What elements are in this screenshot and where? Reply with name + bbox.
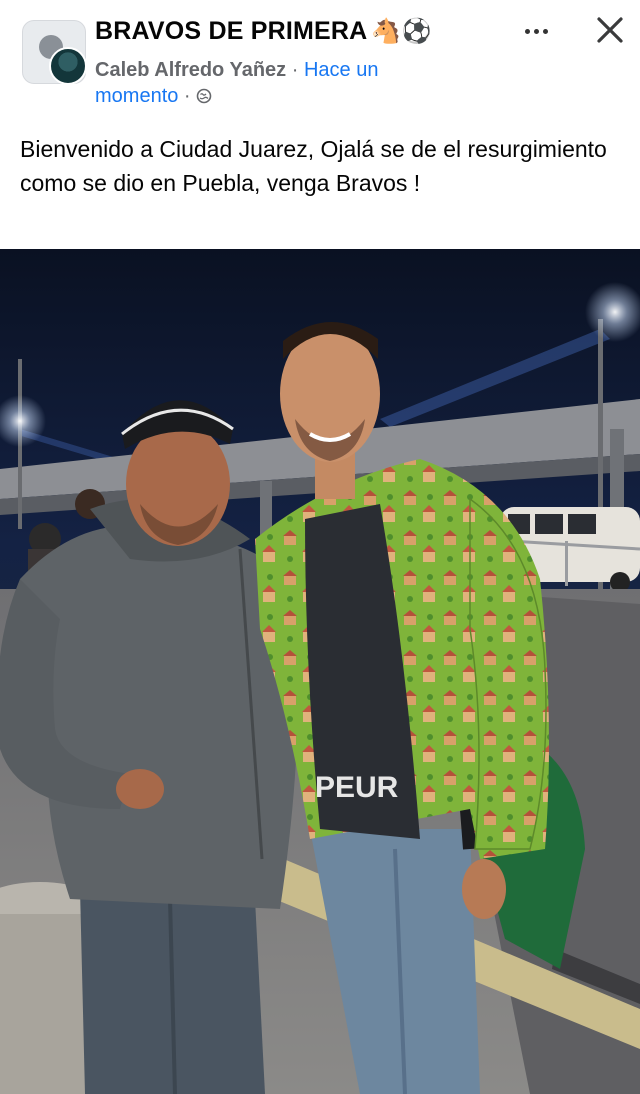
author-name-link[interactable]: Caleb Alfredo Yañez [95,59,286,81]
shirt-print-text: PEUR [315,771,399,804]
more-options-button[interactable] [516,16,556,46]
group-name-text: BRAVOS DE PRIMERA [95,17,368,45]
globe-icon [196,88,212,104]
group-emoji: 🐴⚽ [371,17,432,45]
post-byline: Caleb Alfredo Yañez · Hace un momento · [95,57,425,109]
post-photo[interactable]: PEUR [0,249,640,1094]
photo-illustration: PEUR [0,249,640,1094]
author-avatar[interactable] [49,47,87,85]
post-header: BRAVOS DE PRIMERA 🐴⚽ Caleb Alfredo Yañez … [0,0,640,120]
post-message: Bienvenido a Ciudad Juarez, Ojalá se de … [20,136,607,196]
close-icon[interactable] [592,12,628,48]
byline-separator: · [286,59,304,81]
more-dot [533,28,539,34]
facebook-post: BRAVOS DE PRIMERA 🐴⚽ Caleb Alfredo Yañez … [0,0,640,1094]
more-dot [542,28,548,34]
group-name-link[interactable]: BRAVOS DE PRIMERA 🐴⚽ [95,17,432,46]
byline-separator-2: · [178,85,197,107]
more-horizontal-icon [524,28,530,34]
